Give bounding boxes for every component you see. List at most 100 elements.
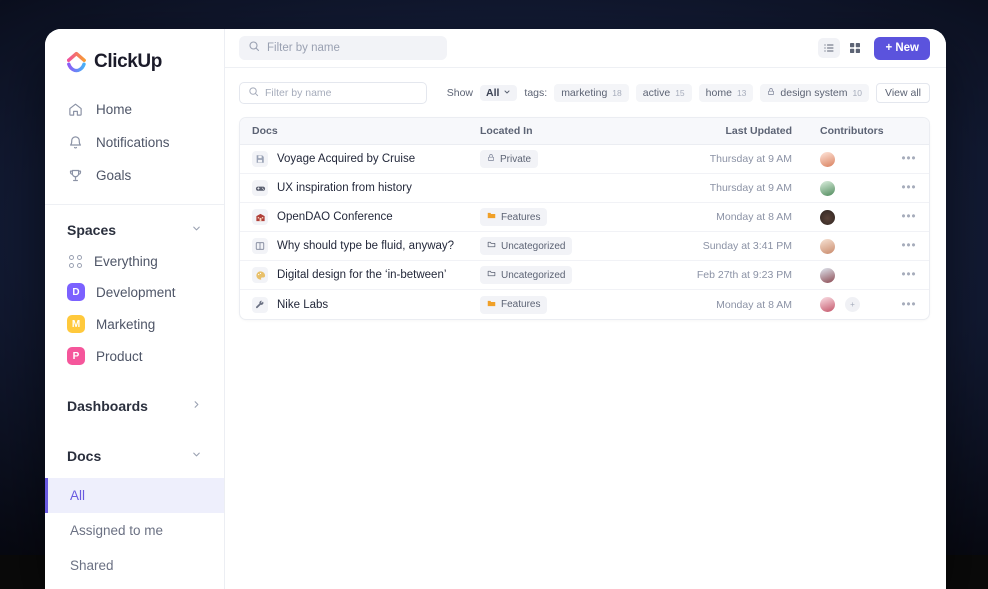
sidebar-item-docs-private[interactable]: Private: [45, 583, 224, 589]
list-view-icon[interactable]: [818, 38, 840, 58]
lock-icon: [767, 87, 775, 99]
row-actions-button[interactable]: •••: [889, 269, 929, 281]
bell-icon: [67, 134, 84, 151]
space-label: Development: [96, 285, 176, 300]
table-row[interactable]: Why should type be fluid, anyway? Uncate…: [240, 232, 929, 261]
location-label: Uncategorized: [501, 270, 565, 281]
location-chip[interactable]: Features: [480, 208, 547, 226]
sidebar-item-notifications[interactable]: Notifications: [55, 126, 214, 159]
docs-nav-list: All Assigned to me Shared Private: [45, 476, 224, 589]
filter-bar: Show All tags: marketing 18 active: [239, 82, 930, 117]
sidebar-item-goals[interactable]: Goals: [55, 159, 214, 192]
location-chip[interactable]: Features: [480, 296, 547, 314]
spaces-section: Spaces Everything D Development M Market…: [45, 205, 224, 376]
space-avatar: D: [67, 283, 85, 301]
location-chip[interactable]: Uncategorized: [480, 266, 572, 284]
global-search[interactable]: [239, 36, 447, 60]
avatar[interactable]: [820, 181, 835, 196]
book-icon: [252, 238, 268, 254]
chevron-right-icon: [191, 399, 202, 413]
doc-title: Nike Labs: [277, 299, 328, 311]
lock-icon: [487, 153, 495, 165]
tag-design-system[interactable]: design system 10: [760, 84, 869, 102]
sidebar-item-docs-shared[interactable]: Shared: [45, 548, 224, 583]
tag-active[interactable]: active 15: [636, 84, 692, 102]
sidebar-item-product[interactable]: P Product: [55, 340, 214, 372]
sidebar-item-docs-all[interactable]: All: [45, 478, 224, 513]
row-actions-button[interactable]: •••: [889, 211, 929, 223]
avatar[interactable]: [820, 152, 835, 167]
last-updated: Monday at 8 AM: [716, 211, 792, 223]
row-actions-button[interactable]: •••: [889, 240, 929, 252]
search-input[interactable]: [267, 42, 438, 54]
trophy-icon: [67, 167, 84, 184]
show-select[interactable]: All: [480, 85, 517, 101]
top-actions: + New: [818, 37, 930, 60]
view-toggle-group: [818, 38, 866, 58]
chevron-down-icon: [503, 87, 511, 99]
docs-table: Docs Located In Last Updated Contributor…: [239, 117, 930, 320]
floppy-disk-icon: [252, 151, 268, 167]
space-label: Product: [96, 349, 143, 364]
location-label: Features: [501, 212, 540, 223]
avatar[interactable]: [820, 210, 835, 225]
spaces-header[interactable]: Spaces: [55, 218, 214, 246]
tag-marketing[interactable]: marketing 18: [554, 84, 629, 102]
sidebar-item-docs[interactable]: Docs: [45, 436, 224, 476]
tag-name: home: [706, 87, 732, 99]
location-label: Private: [500, 154, 531, 165]
sidebar-item-development[interactable]: D Development: [55, 276, 214, 308]
last-updated: Sunday at 3:41 PM: [703, 240, 792, 252]
folder-outline-icon: [487, 240, 496, 252]
table-row[interactable]: Voyage Acquired by Cruise Private Thursd…: [240, 145, 929, 174]
table-row[interactable]: Digital design for the ‘in-between’ Unca…: [240, 261, 929, 290]
space-avatar: M: [67, 315, 85, 333]
sidebar-item-home[interactable]: Home: [55, 93, 214, 126]
name-filter[interactable]: [239, 82, 427, 104]
spaces-header-label: Spaces: [67, 222, 116, 238]
table-row[interactable]: UX inspiration from history Thursday at …: [240, 174, 929, 203]
chevron-down-icon: [191, 223, 202, 237]
space-label: Marketing: [96, 317, 155, 332]
last-updated: Thursday at 9 AM: [710, 182, 792, 194]
sidebar-item-label: Goals: [96, 168, 131, 183]
brand-logo[interactable]: ClickUp: [45, 45, 224, 89]
table-header: Docs Located In Last Updated Contributor…: [240, 118, 929, 145]
sidebar-item-dashboards[interactable]: Dashboards: [45, 386, 224, 426]
table-row[interactable]: Nike Labs Features Monday at 8 AM: [240, 290, 929, 319]
app-window: ClickUp Home Notifications: [45, 29, 946, 589]
row-actions-button[interactable]: •••: [889, 153, 929, 165]
location-chip[interactable]: Private: [480, 150, 538, 168]
avatar[interactable]: [820, 239, 835, 254]
avatar[interactable]: [820, 268, 835, 283]
show-label: Show: [447, 87, 473, 99]
sidebar: ClickUp Home Notifications: [45, 29, 225, 589]
avatar[interactable]: [820, 297, 835, 312]
sidebar-item-marketing[interactable]: M Marketing: [55, 308, 214, 340]
tag-home[interactable]: home 13: [699, 84, 754, 102]
grid-view-icon[interactable]: [844, 38, 866, 58]
column-header-located-in: Located In: [480, 125, 646, 137]
sidebar-item-label: Home: [96, 102, 132, 117]
folder-orange-icon: [487, 211, 496, 223]
doc-title: OpenDAO Conference: [277, 211, 393, 223]
sidebar-item-docs-assigned[interactable]: Assigned to me: [45, 513, 224, 548]
show-select-value: All: [486, 87, 499, 99]
column-header-last-updated: Last Updated: [646, 125, 806, 137]
table-row[interactable]: OpenDAO Conference Features Monday at 8 …: [240, 203, 929, 232]
row-actions-button[interactable]: •••: [889, 299, 929, 311]
name-filter-input[interactable]: [265, 87, 418, 99]
doc-title: Why should type be fluid, anyway?: [277, 240, 454, 252]
space-label: Everything: [94, 254, 158, 269]
sidebar-item-everything[interactable]: Everything: [55, 246, 214, 276]
row-actions-button[interactable]: •••: [889, 182, 929, 194]
dots-grid-icon: [67, 253, 83, 269]
location-chip[interactable]: Uncategorized: [480, 237, 572, 255]
view-all-button[interactable]: View all: [876, 83, 930, 103]
folder-orange-icon: [487, 299, 496, 311]
tag-count: 18: [612, 88, 621, 98]
filter-controls: Show All tags: marketing 18 active: [447, 83, 930, 103]
game-controller-icon: [252, 180, 268, 196]
new-button[interactable]: + New: [874, 37, 930, 60]
avatar-overflow[interactable]: +: [845, 297, 860, 312]
